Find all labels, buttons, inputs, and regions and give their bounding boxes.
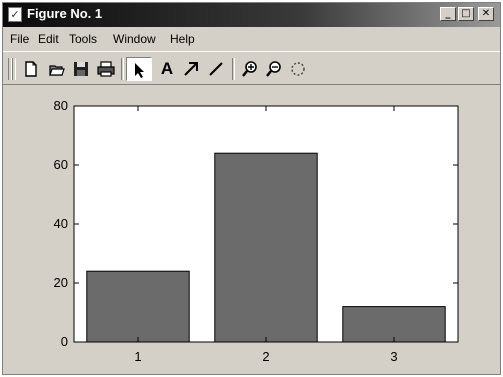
line-icon	[209, 62, 223, 76]
menu-window[interactable]: Window	[113, 32, 156, 46]
new-file-button[interactable]	[19, 57, 43, 81]
toolbar-separator-2	[232, 58, 235, 80]
x-tick-label: 1	[134, 349, 141, 364]
menu-help[interactable]: Help	[170, 32, 195, 46]
figure-app-icon: ✓	[8, 7, 22, 22]
bar-chart: 0 20 40 60 80 1 2 3	[54, 98, 459, 364]
zoom-out-icon	[266, 61, 281, 77]
toolbar: A	[3, 51, 500, 85]
menu-edit[interactable]: Edit	[38, 32, 59, 46]
menu-bar: File Edit Tools Window Help	[3, 29, 500, 49]
zoom-out-button[interactable]	[262, 57, 286, 81]
rotate-button[interactable]	[286, 57, 310, 81]
toolbar-separator	[121, 58, 124, 80]
open-button[interactable]	[45, 57, 69, 81]
window-title: Figure No. 1	[27, 6, 103, 21]
x-tick-label: 2	[262, 349, 269, 364]
y-tick-label: 0	[61, 334, 68, 349]
maximize-button[interactable]: □	[458, 7, 474, 21]
figure-window: ✓ Figure No. 1 _ □ ✕ File Edit Tools Win…	[2, 2, 501, 375]
text-icon: A	[160, 59, 174, 78]
select-arrow-icon	[135, 63, 144, 78]
y-tick-label: 60	[54, 157, 68, 172]
bar-2	[214, 152, 318, 343]
x-tick-label: 3	[390, 349, 397, 364]
zoom-in-icon	[242, 61, 257, 77]
line-button[interactable]	[204, 57, 228, 81]
print-button[interactable]	[93, 57, 117, 81]
y-tick-label: 80	[54, 98, 68, 113]
menu-file[interactable]: File	[10, 32, 29, 46]
minimize-button[interactable]: _	[440, 7, 456, 21]
bar-1	[86, 270, 190, 343]
y-tick-label: 40	[54, 216, 68, 231]
rotate-icon	[291, 62, 305, 76]
title-bar[interactable]: ✓ Figure No. 1 _ □ ✕	[3, 3, 500, 27]
new-file-icon	[25, 61, 37, 77]
save-button[interactable]	[69, 57, 93, 81]
arrow-button[interactable]	[179, 57, 203, 81]
text-button[interactable]: A	[155, 57, 179, 81]
open-folder-icon	[49, 65, 65, 76]
toolbar-grip-2[interactable]	[12, 58, 16, 80]
menu-tools[interactable]: Tools	[69, 32, 97, 46]
arrow-icon	[184, 62, 198, 76]
select-button[interactable]	[126, 57, 152, 81]
print-icon	[97, 61, 115, 77]
zoom-in-button[interactable]	[238, 57, 262, 81]
y-tick-label: 20	[54, 275, 68, 290]
bar-3	[342, 306, 446, 343]
close-button[interactable]: ✕	[478, 7, 494, 21]
save-icon	[74, 62, 88, 76]
